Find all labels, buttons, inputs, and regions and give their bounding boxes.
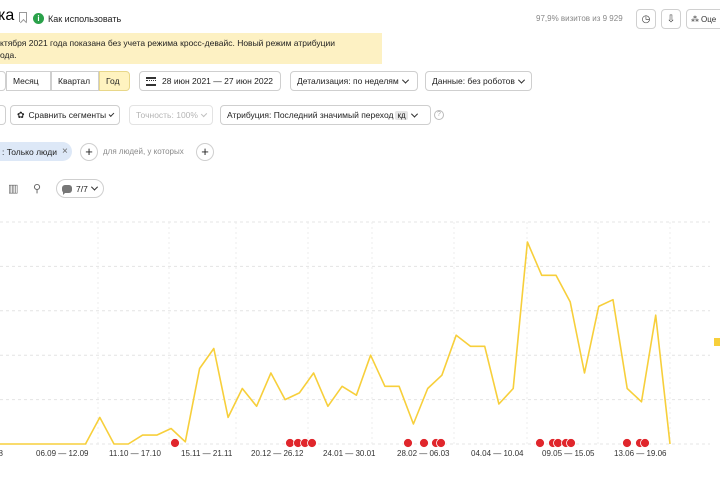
notice-line-2: ода. (0, 50, 17, 60)
x-tick-label: 13.06 — 19.06 (614, 449, 667, 458)
segment-filter-chip[interactable]: : Только люди × (0, 142, 72, 161)
event-marker (640, 438, 650, 448)
x-tick-label: 28.02 — 06.03 (397, 449, 450, 458)
bookmark-icon[interactable] (19, 12, 27, 22)
event-marker (622, 438, 632, 448)
x-tick-label: 20.12 — 26.12 (251, 449, 304, 458)
data-filter-label: Данные: без роботов (432, 76, 515, 86)
attribution-badge: кд (395, 110, 408, 120)
period-label: Год (106, 76, 120, 86)
visits-series-line (0, 241, 671, 445)
detail-dropdown[interactable]: Детализация: по неделям (290, 71, 418, 91)
period-button-quarter[interactable]: Квартал (51, 71, 99, 91)
x-tick-label: 15.11 — 21.11 (181, 449, 233, 458)
segments-toggle[interactable] (0, 105, 6, 125)
detail-label: Детализация: по неделям (297, 76, 399, 86)
page-title: ка (0, 7, 15, 24)
x-tick-label: 04.04 — 10.04 (471, 449, 524, 458)
series-end-marker (714, 338, 720, 346)
accuracy-label: Точность: 100% (136, 110, 198, 120)
chevron-down-icon (108, 110, 115, 117)
event-marker (553, 438, 563, 448)
info-icon[interactable]: i (33, 13, 44, 24)
event-marker (307, 438, 317, 448)
messages-count: 7/7 (76, 183, 88, 194)
download-icon: ⇩ (666, 13, 676, 25)
data-filter-dropdown[interactable]: Данные: без роботов (425, 71, 532, 91)
x-tick-label: 09.05 — 15.05 (542, 449, 595, 458)
compare-segments-label: Сравнить сегменты (28, 110, 107, 120)
compare-segments-button[interactable]: ✿ Сравнить сегменты (10, 105, 120, 125)
visits-coverage-text: 97,9% визитов из 9 929 (536, 14, 623, 23)
add-filter-button[interactable]: + (80, 143, 98, 161)
clock-button[interactable]: ◷ (636, 9, 656, 29)
close-icon[interactable]: × (62, 146, 68, 157)
event-marker (535, 438, 545, 448)
event-marker (431, 438, 441, 448)
attribution-dropdown[interactable]: Атрибуция: Последний значимый переход кд (220, 105, 431, 125)
event-marker (300, 438, 310, 448)
add-condition-button[interactable]: + (196, 143, 214, 161)
help-icon[interactable]: ? (434, 110, 444, 120)
rate-report-button[interactable]: ⁂ Оце (686, 9, 720, 29)
message-icon (62, 184, 72, 195)
chart-grid (0, 221, 710, 445)
chevron-down-icon (517, 76, 525, 84)
chevron-down-icon (410, 110, 418, 118)
notice-line-1: ктября 2021 года показана без учета режи… (0, 38, 335, 48)
x-tick-label: 08 (0, 449, 3, 458)
attribution-label: Атрибуция: Последний значимый переход (227, 110, 394, 120)
event-marker (436, 438, 446, 448)
segment-filter-label: : Только люди (2, 146, 57, 157)
event-marker (419, 438, 429, 448)
chevron-down-icon (90, 183, 98, 191)
people-icon: ⁂ (691, 14, 699, 24)
event-marker (548, 438, 558, 448)
x-axis-ticks: 08 06.09 — 12.09 11.10 — 17.10 15.11 — 21.1… (0, 449, 667, 458)
period-button-year[interactable]: Год (99, 71, 130, 91)
chevron-down-icon (401, 76, 409, 84)
export-button[interactable]: ⇩ (661, 9, 681, 29)
event-markers (170, 438, 650, 448)
attribution-notice: ктября 2021 года показана без учета режи… (0, 33, 382, 64)
event-marker (170, 438, 180, 448)
messages-filter-button[interactable]: 7/7 (56, 179, 104, 198)
how-to-use-link[interactable]: Как использовать (48, 14, 121, 24)
accuracy-dropdown[interactable]: Точность: 100% (129, 105, 213, 125)
calendar-icon (146, 76, 156, 86)
period-label: Квартал (58, 76, 91, 86)
clock-icon: ◷ (641, 13, 651, 25)
x-tick-label: 06.09 — 12.09 (36, 449, 89, 458)
segments-icon: ✿ (17, 109, 25, 120)
chevron-down-icon (200, 110, 208, 117)
period-label: Месяц (13, 76, 39, 86)
people-filter-hint: для людей, у которых (103, 147, 184, 156)
x-tick-label: 24.01 — 30.01 (323, 449, 376, 458)
date-range-label: 28 июн 2021 — 27 июн 2022 (162, 76, 274, 86)
period-button-month[interactable]: Месяц (6, 71, 51, 91)
event-marker (561, 438, 571, 448)
x-tick-label: 11.10 — 17.10 (109, 449, 161, 458)
series-end-marker (714, 338, 720, 346)
event-marker (566, 438, 576, 448)
event-marker (403, 438, 413, 448)
date-range-picker[interactable]: 28 июн 2021 — 27 июн 2022 (139, 71, 281, 91)
rate-report-label: Оце (701, 14, 717, 24)
event-marker (293, 438, 303, 448)
chart-type-icon[interactable]: ▥ (8, 182, 18, 195)
event-marker (285, 438, 295, 448)
event-marker (635, 438, 645, 448)
map-pin-icon[interactable]: ⚲ (33, 182, 41, 195)
